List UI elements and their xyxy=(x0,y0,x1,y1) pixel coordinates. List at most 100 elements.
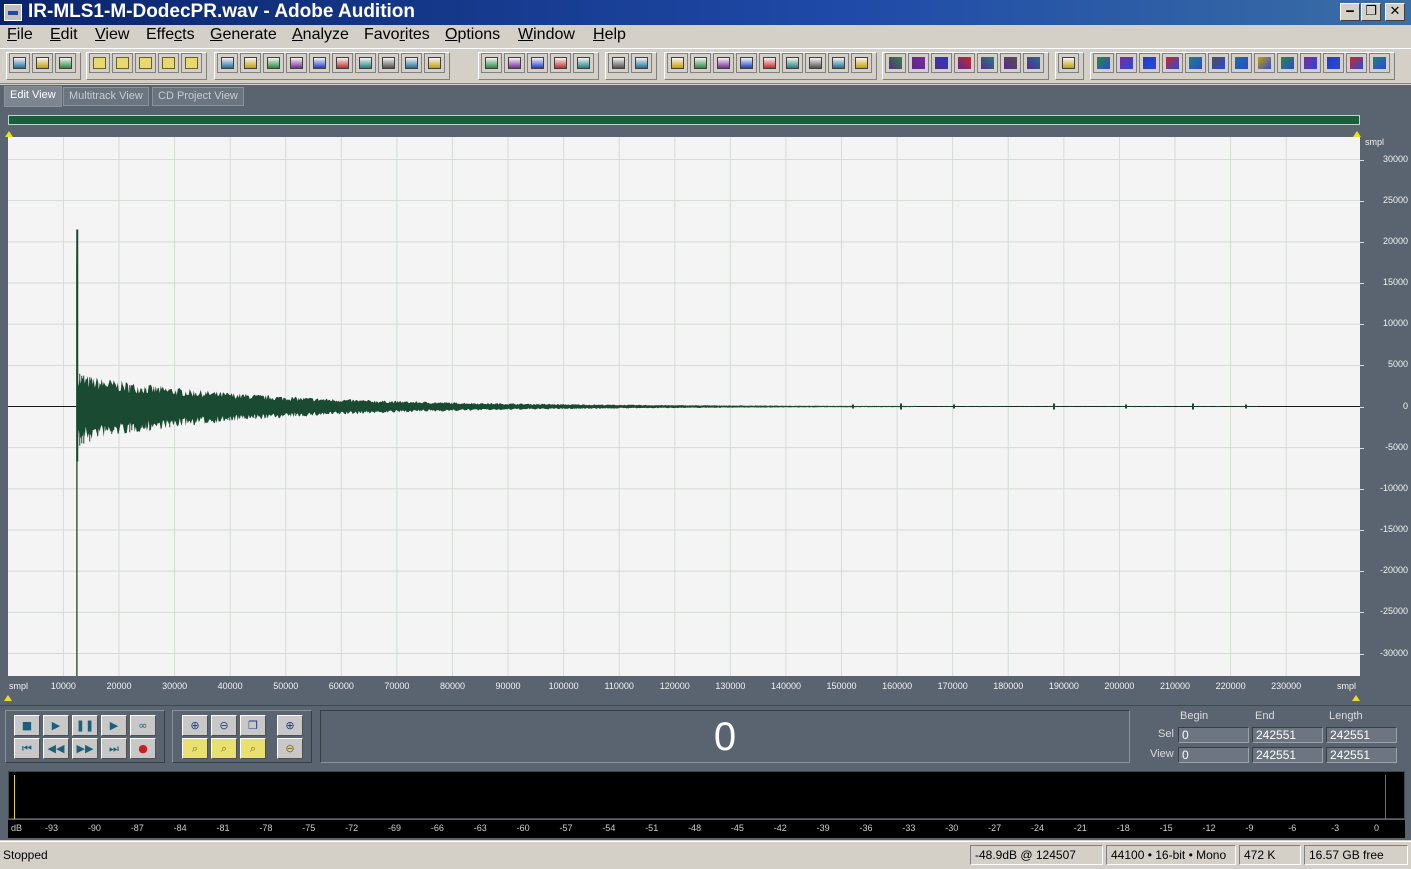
zoom-button[interactable] xyxy=(759,53,780,73)
minimize-button[interactable]: ‒ xyxy=(1340,3,1360,21)
tab-cd-project-view[interactable]: CD Project View xyxy=(152,87,244,106)
horizontal-ruler[interactable]: smpl smpl 10000 20000 30000 40000 50000 60000 70… xyxy=(8,676,1360,698)
overview-bar[interactable] xyxy=(0,107,1411,137)
cd-button[interactable] xyxy=(55,53,76,73)
play-button[interactable] xyxy=(736,53,757,73)
paste-new-button[interactable] xyxy=(378,53,399,73)
aurora-f-button[interactable] xyxy=(1231,53,1252,73)
multitrack-button[interactable] xyxy=(32,53,53,73)
aurora-h-button[interactable] xyxy=(1277,53,1298,73)
zoom-to-right-button[interactable]: ⌕ xyxy=(240,738,266,759)
spectral-button[interactable] xyxy=(504,53,525,73)
level-meter-button[interactable] xyxy=(828,53,849,73)
repeat-button[interactable] xyxy=(263,53,284,73)
menu-options[interactable]: Options xyxy=(445,26,500,44)
play-list-button[interactable] xyxy=(690,53,711,73)
time-select-button[interactable] xyxy=(608,53,629,73)
aurora-i-button[interactable] xyxy=(1300,53,1321,73)
aurora-g-button[interactable] xyxy=(1254,53,1275,73)
sel-begin-field[interactable]: 0 xyxy=(1178,727,1249,743)
zoom-out-vertical-button[interactable]: ⊖ xyxy=(277,738,303,759)
fast-forward-button[interactable]: ▶▶ xyxy=(72,738,98,759)
copy-new-button[interactable] xyxy=(286,53,307,73)
go-to-start-button[interactable]: ⏮ xyxy=(14,738,40,759)
view-end-field[interactable]: 242551 xyxy=(1252,747,1323,763)
effect-2-button[interactable] xyxy=(908,53,929,73)
view-a-button[interactable] xyxy=(527,53,548,73)
aurora-a-button[interactable] xyxy=(1116,53,1137,73)
view-range-bar[interactable] xyxy=(8,115,1360,125)
sel-length-field[interactable]: 242551 xyxy=(1326,727,1397,743)
effect-6-button[interactable] xyxy=(1000,53,1021,73)
record-button[interactable]: ● xyxy=(130,738,156,759)
menu-view[interactable]: View xyxy=(95,26,129,44)
sti-button[interactable] xyxy=(1346,53,1367,73)
bottom-start-marker[interactable] xyxy=(4,695,12,701)
zoom-in-vertical-button[interactable]: ⊕ xyxy=(277,715,303,736)
zoom-selection-button[interactable]: ⌕ xyxy=(211,738,237,759)
view-b-button[interactable] xyxy=(550,53,571,73)
level-meter-bar[interactable] xyxy=(8,771,1405,819)
paste-button[interactable] xyxy=(355,53,376,73)
cut-button[interactable] xyxy=(332,53,353,73)
menu-effects[interactable]: Effects xyxy=(146,26,195,44)
aurora-c-button[interactable] xyxy=(1162,53,1183,73)
menu-help[interactable]: Help xyxy=(593,26,626,44)
zoom-full-button[interactable]: ❐ xyxy=(240,715,266,736)
tab-multitrack-view[interactable]: Multitrack View xyxy=(63,87,149,106)
trim-button[interactable] xyxy=(424,53,445,73)
aurora-b-button[interactable] xyxy=(1139,53,1160,73)
envelope-button[interactable] xyxy=(481,53,502,73)
aurora-last-button[interactable] xyxy=(1369,53,1390,73)
menu-favorites[interactable]: Favorites xyxy=(364,26,430,44)
effect-5-button[interactable] xyxy=(977,53,998,73)
app-icon[interactable] xyxy=(4,4,22,21)
loop-button[interactable]: ∞ xyxy=(130,715,156,736)
undo-button[interactable] xyxy=(217,53,238,73)
marquee-button[interactable] xyxy=(631,53,652,73)
redo-button[interactable] xyxy=(240,53,261,73)
menu-analyze[interactable]: Analyze xyxy=(292,26,349,44)
save-all-button[interactable] xyxy=(181,53,202,73)
menu-edit[interactable]: Edit xyxy=(50,26,78,44)
menu-window[interactable]: Window xyxy=(518,26,575,44)
horiz-button[interactable] xyxy=(851,53,872,73)
cue-list-button[interactable] xyxy=(667,53,688,73)
effect-1-button[interactable] xyxy=(885,53,906,73)
zoom-out-horizontal-button[interactable]: ⊖ xyxy=(211,715,237,736)
restore-button[interactable]: ❐ xyxy=(1361,3,1381,21)
view-c-button[interactable] xyxy=(573,53,594,73)
info-button[interactable] xyxy=(713,53,734,73)
itu-p56-button[interactable] xyxy=(1323,53,1344,73)
mix-paste-button[interactable] xyxy=(401,53,422,73)
aurora-d-button[interactable] xyxy=(1185,53,1206,73)
save-as-button[interactable] xyxy=(158,53,179,73)
new-file-button[interactable] xyxy=(89,53,110,73)
tab-edit-view[interactable]: Edit View xyxy=(4,86,62,107)
close-button[interactable]: ✕ xyxy=(1385,3,1405,21)
zoom-in-horizontal-button[interactable]: ⊕ xyxy=(182,715,208,736)
view-begin-field[interactable]: 0 xyxy=(1178,747,1249,763)
save-button[interactable] xyxy=(135,53,156,73)
effect-3-button[interactable] xyxy=(931,53,952,73)
aurora-ap-button[interactable] xyxy=(1093,53,1114,73)
play-button[interactable]: ▶ xyxy=(43,715,69,736)
time-display-button[interactable] xyxy=(782,53,803,73)
view-length-field[interactable]: 242551 xyxy=(1326,747,1397,763)
aurora-e-button[interactable] xyxy=(1208,53,1229,73)
stop-button[interactable]: ■ xyxy=(14,715,40,736)
effect-4-button[interactable] xyxy=(954,53,975,73)
pause-button[interactable]: ❚❚ xyxy=(72,715,98,736)
frequency-button[interactable] xyxy=(805,53,826,73)
bottom-end-marker[interactable] xyxy=(1352,695,1360,701)
waveform-display[interactable] xyxy=(8,137,1360,676)
copy-button[interactable] xyxy=(309,53,330,73)
effect-7-button[interactable] xyxy=(1023,53,1044,73)
go-to-end-button[interactable]: ⏭ xyxy=(101,738,127,759)
time-display[interactable]: 0 xyxy=(320,710,1130,763)
play-to-end-button[interactable]: ▶ xyxy=(101,715,127,736)
waveform-button[interactable] xyxy=(9,53,30,73)
vertical-ruler[interactable]: smpl 30000 25000 20000 15000 10000 5000 0 -5000 -… xyxy=(1360,137,1411,676)
analysis-button[interactable] xyxy=(1058,53,1079,73)
menu-file[interactable]: File xyxy=(7,26,33,44)
